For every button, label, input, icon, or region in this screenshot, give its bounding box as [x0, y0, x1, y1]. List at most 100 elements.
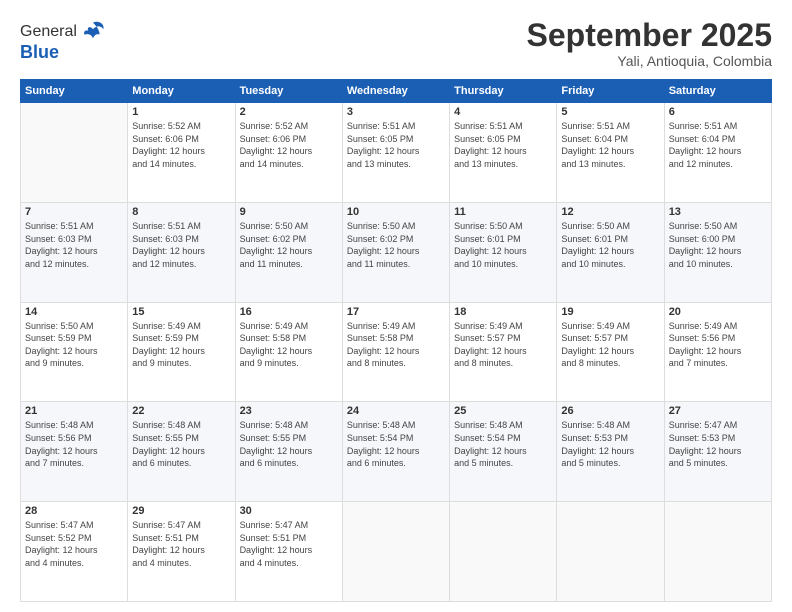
- cell-info: Sunrise: 5:50 AMSunset: 5:59 PMDaylight:…: [25, 320, 123, 370]
- cell-info: Sunrise: 5:50 AMSunset: 6:01 PMDaylight:…: [561, 220, 659, 270]
- cell-info: Sunrise: 5:51 AMSunset: 6:03 PMDaylight:…: [25, 220, 123, 270]
- calendar-week-row: 7 Sunrise: 5:51 AMSunset: 6:03 PMDaylight…: [21, 202, 772, 302]
- calendar-header-row: SundayMondayTuesdayWednesdayThursdayFrid…: [21, 80, 772, 103]
- calendar-cell: 9 Sunrise: 5:50 AMSunset: 6:02 PMDaylight…: [235, 202, 342, 302]
- calendar-cell: 21 Sunrise: 5:48 AMSunset: 5:56 PMDayligh…: [21, 402, 128, 502]
- cell-date: 5: [561, 106, 659, 118]
- cell-date: 28: [25, 505, 123, 517]
- calendar-cell: 22 Sunrise: 5:48 AMSunset: 5:55 PMDayligh…: [128, 402, 235, 502]
- main-title: September 2025: [527, 18, 772, 53]
- cell-info: Sunrise: 5:48 AMSunset: 5:53 PMDaylight:…: [561, 419, 659, 469]
- logo: General Blue: [20, 18, 107, 63]
- day-header-wednesday: Wednesday: [342, 80, 449, 103]
- cell-info: Sunrise: 5:49 AMSunset: 5:57 PMDaylight:…: [561, 320, 659, 370]
- day-header-monday: Monday: [128, 80, 235, 103]
- calendar-cell: 20 Sunrise: 5:49 AMSunset: 5:56 PMDayligh…: [664, 302, 771, 402]
- cell-date: 19: [561, 306, 659, 318]
- cell-info: Sunrise: 5:47 AMSunset: 5:51 PMDaylight:…: [132, 519, 230, 569]
- day-header-tuesday: Tuesday: [235, 80, 342, 103]
- calendar-cell: 17Sunrise: 5:49 AMSunset: 5:58 PMDayligh…: [342, 302, 449, 402]
- calendar-week-row: 28 Sunrise: 5:47 AMSunset: 5:52 PMDayligh…: [21, 502, 772, 602]
- header: General Blue September 2025 Yali, Antioq…: [20, 18, 772, 69]
- calendar-cell: [557, 502, 664, 602]
- calendar-cell: 18 Sunrise: 5:49 AMSunset: 5:57 PMDayligh…: [450, 302, 557, 402]
- cell-info: Sunrise: 5:47 AMSunset: 5:53 PMDaylight:…: [669, 419, 767, 469]
- calendar-week-row: 14Sunrise: 5:50 AMSunset: 5:59 PMDayligh…: [21, 302, 772, 402]
- cell-date: 12: [561, 206, 659, 218]
- cell-info: Sunrise: 5:51 AMSunset: 6:05 PMDaylight:…: [347, 120, 445, 170]
- cell-info: Sunrise: 5:52 AMSunset: 6:06 PMDaylight:…: [240, 120, 338, 170]
- calendar-cell: 1Sunrise: 5:52 AMSunset: 6:06 PMDaylight…: [128, 103, 235, 203]
- subtitle: Yali, Antioquia, Colombia: [527, 53, 772, 69]
- cell-date: 29: [132, 505, 230, 517]
- calendar-cell: 10 Sunrise: 5:50 AMSunset: 6:02 PMDayligh…: [342, 202, 449, 302]
- calendar-cell: 2 Sunrise: 5:52 AMSunset: 6:06 PMDaylight…: [235, 103, 342, 203]
- calendar-cell: 11 Sunrise: 5:50 AMSunset: 6:01 PMDayligh…: [450, 202, 557, 302]
- calendar-cell: 25 Sunrise: 5:48 AMSunset: 5:54 PMDayligh…: [450, 402, 557, 502]
- day-header-thursday: Thursday: [450, 80, 557, 103]
- cell-date: 21: [25, 405, 123, 417]
- cell-date: 3: [347, 106, 445, 118]
- cell-info: Sunrise: 5:49 AMSunset: 5:59 PMDaylight:…: [132, 320, 230, 370]
- calendar-cell: [21, 103, 128, 203]
- calendar-cell: 13 Sunrise: 5:50 AMSunset: 6:00 PMDayligh…: [664, 202, 771, 302]
- calendar-cell: 4 Sunrise: 5:51 AMSunset: 6:05 PMDaylight…: [450, 103, 557, 203]
- cell-date: 20: [669, 306, 767, 318]
- cell-date: 27: [669, 405, 767, 417]
- cell-date: 22: [132, 405, 230, 417]
- cell-info: Sunrise: 5:51 AMSunset: 6:05 PMDaylight:…: [454, 120, 552, 170]
- calendar-cell: 8 Sunrise: 5:51 AMSunset: 6:03 PMDaylight…: [128, 202, 235, 302]
- cell-info: Sunrise: 5:51 AMSunset: 6:03 PMDaylight:…: [132, 220, 230, 270]
- cell-info: Sunrise: 5:49 AMSunset: 5:58 PMDaylight:…: [240, 320, 338, 370]
- logo-general-text: General: [20, 23, 77, 41]
- title-block: September 2025 Yali, Antioquia, Colombia: [527, 18, 772, 69]
- cell-info: Sunrise: 5:49 AMSunset: 5:56 PMDaylight:…: [669, 320, 767, 370]
- cell-date: 18: [454, 306, 552, 318]
- cell-info: Sunrise: 5:48 AMSunset: 5:55 PMDaylight:…: [132, 419, 230, 469]
- calendar-week-row: 21 Sunrise: 5:48 AMSunset: 5:56 PMDayligh…: [21, 402, 772, 502]
- calendar-cell: 12 Sunrise: 5:50 AMSunset: 6:01 PMDayligh…: [557, 202, 664, 302]
- calendar-week-row: 1 Sunrise: 5:52 AMSunset: 6:06 PMDaylight…: [21, 103, 772, 203]
- cell-date: 11: [454, 206, 552, 218]
- calendar-cell: 7 Sunrise: 5:51 AMSunset: 6:03 PMDaylight…: [21, 202, 128, 302]
- cell-info: Sunrise: 5:47 AMSunset: 5:52 PMDaylight:…: [25, 519, 123, 569]
- logo-bird-icon: [79, 18, 107, 46]
- cell-date: 13: [669, 206, 767, 218]
- cell-date: 7: [25, 206, 123, 218]
- calendar-cell: 23Sunrise: 5:48 AMSunset: 5:55 PMDayligh…: [235, 402, 342, 502]
- cell-info: Sunrise: 5:50 AMSunset: 6:00 PMDaylight:…: [669, 220, 767, 270]
- calendar-cell: 30Sunrise: 5:47 AMSunset: 5:51 PMDayligh…: [235, 502, 342, 602]
- cell-date: 1: [132, 106, 230, 118]
- cell-date: 6: [669, 106, 767, 118]
- cell-info: Sunrise: 5:48 AMSunset: 5:54 PMDaylight:…: [454, 419, 552, 469]
- calendar-cell: 15 Sunrise: 5:49 AMSunset: 5:59 PMDayligh…: [128, 302, 235, 402]
- page: General Blue September 2025 Yali, Antioq…: [0, 0, 792, 612]
- calendar-cell: 26Sunrise: 5:48 AMSunset: 5:53 PMDayligh…: [557, 402, 664, 502]
- calendar-cell: 3 Sunrise: 5:51 AMSunset: 6:05 PMDaylight…: [342, 103, 449, 203]
- cell-date: 25: [454, 405, 552, 417]
- cell-date: 15: [132, 306, 230, 318]
- calendar-cell: 19 Sunrise: 5:49 AMSunset: 5:57 PMDayligh…: [557, 302, 664, 402]
- cell-date: 16: [240, 306, 338, 318]
- cell-date: 2: [240, 106, 338, 118]
- cell-info: Sunrise: 5:48 AMSunset: 5:54 PMDaylight:…: [347, 419, 445, 469]
- calendar-cell: 27 Sunrise: 5:47 AMSunset: 5:53 PMDayligh…: [664, 402, 771, 502]
- calendar-cell: [342, 502, 449, 602]
- cell-info: Sunrise: 5:51 AMSunset: 6:04 PMDaylight:…: [561, 120, 659, 170]
- calendar-cell: 16 Sunrise: 5:49 AMSunset: 5:58 PMDayligh…: [235, 302, 342, 402]
- cell-info: Sunrise: 5:49 AMSunset: 5:57 PMDaylight:…: [454, 320, 552, 370]
- cell-date: 4: [454, 106, 552, 118]
- cell-date: 23: [240, 405, 338, 417]
- cell-info: Sunrise: 5:49 AMSunset: 5:58 PMDaylight:…: [347, 320, 445, 370]
- cell-info: Sunrise: 5:50 AMSunset: 6:01 PMDaylight:…: [454, 220, 552, 270]
- cell-date: 24: [347, 405, 445, 417]
- cell-date: 8: [132, 206, 230, 218]
- cell-info: Sunrise: 5:50 AMSunset: 6:02 PMDaylight:…: [240, 220, 338, 270]
- cell-date: 10: [347, 206, 445, 218]
- cell-info: Sunrise: 5:51 AMSunset: 6:04 PMDaylight:…: [669, 120, 767, 170]
- cell-info: Sunrise: 5:50 AMSunset: 6:02 PMDaylight:…: [347, 220, 445, 270]
- calendar-cell: 24 Sunrise: 5:48 AMSunset: 5:54 PMDayligh…: [342, 402, 449, 502]
- cell-date: 9: [240, 206, 338, 218]
- cell-info: Sunrise: 5:48 AMSunset: 5:56 PMDaylight:…: [25, 419, 123, 469]
- calendar-cell: 6 Sunrise: 5:51 AMSunset: 6:04 PMDaylight…: [664, 103, 771, 203]
